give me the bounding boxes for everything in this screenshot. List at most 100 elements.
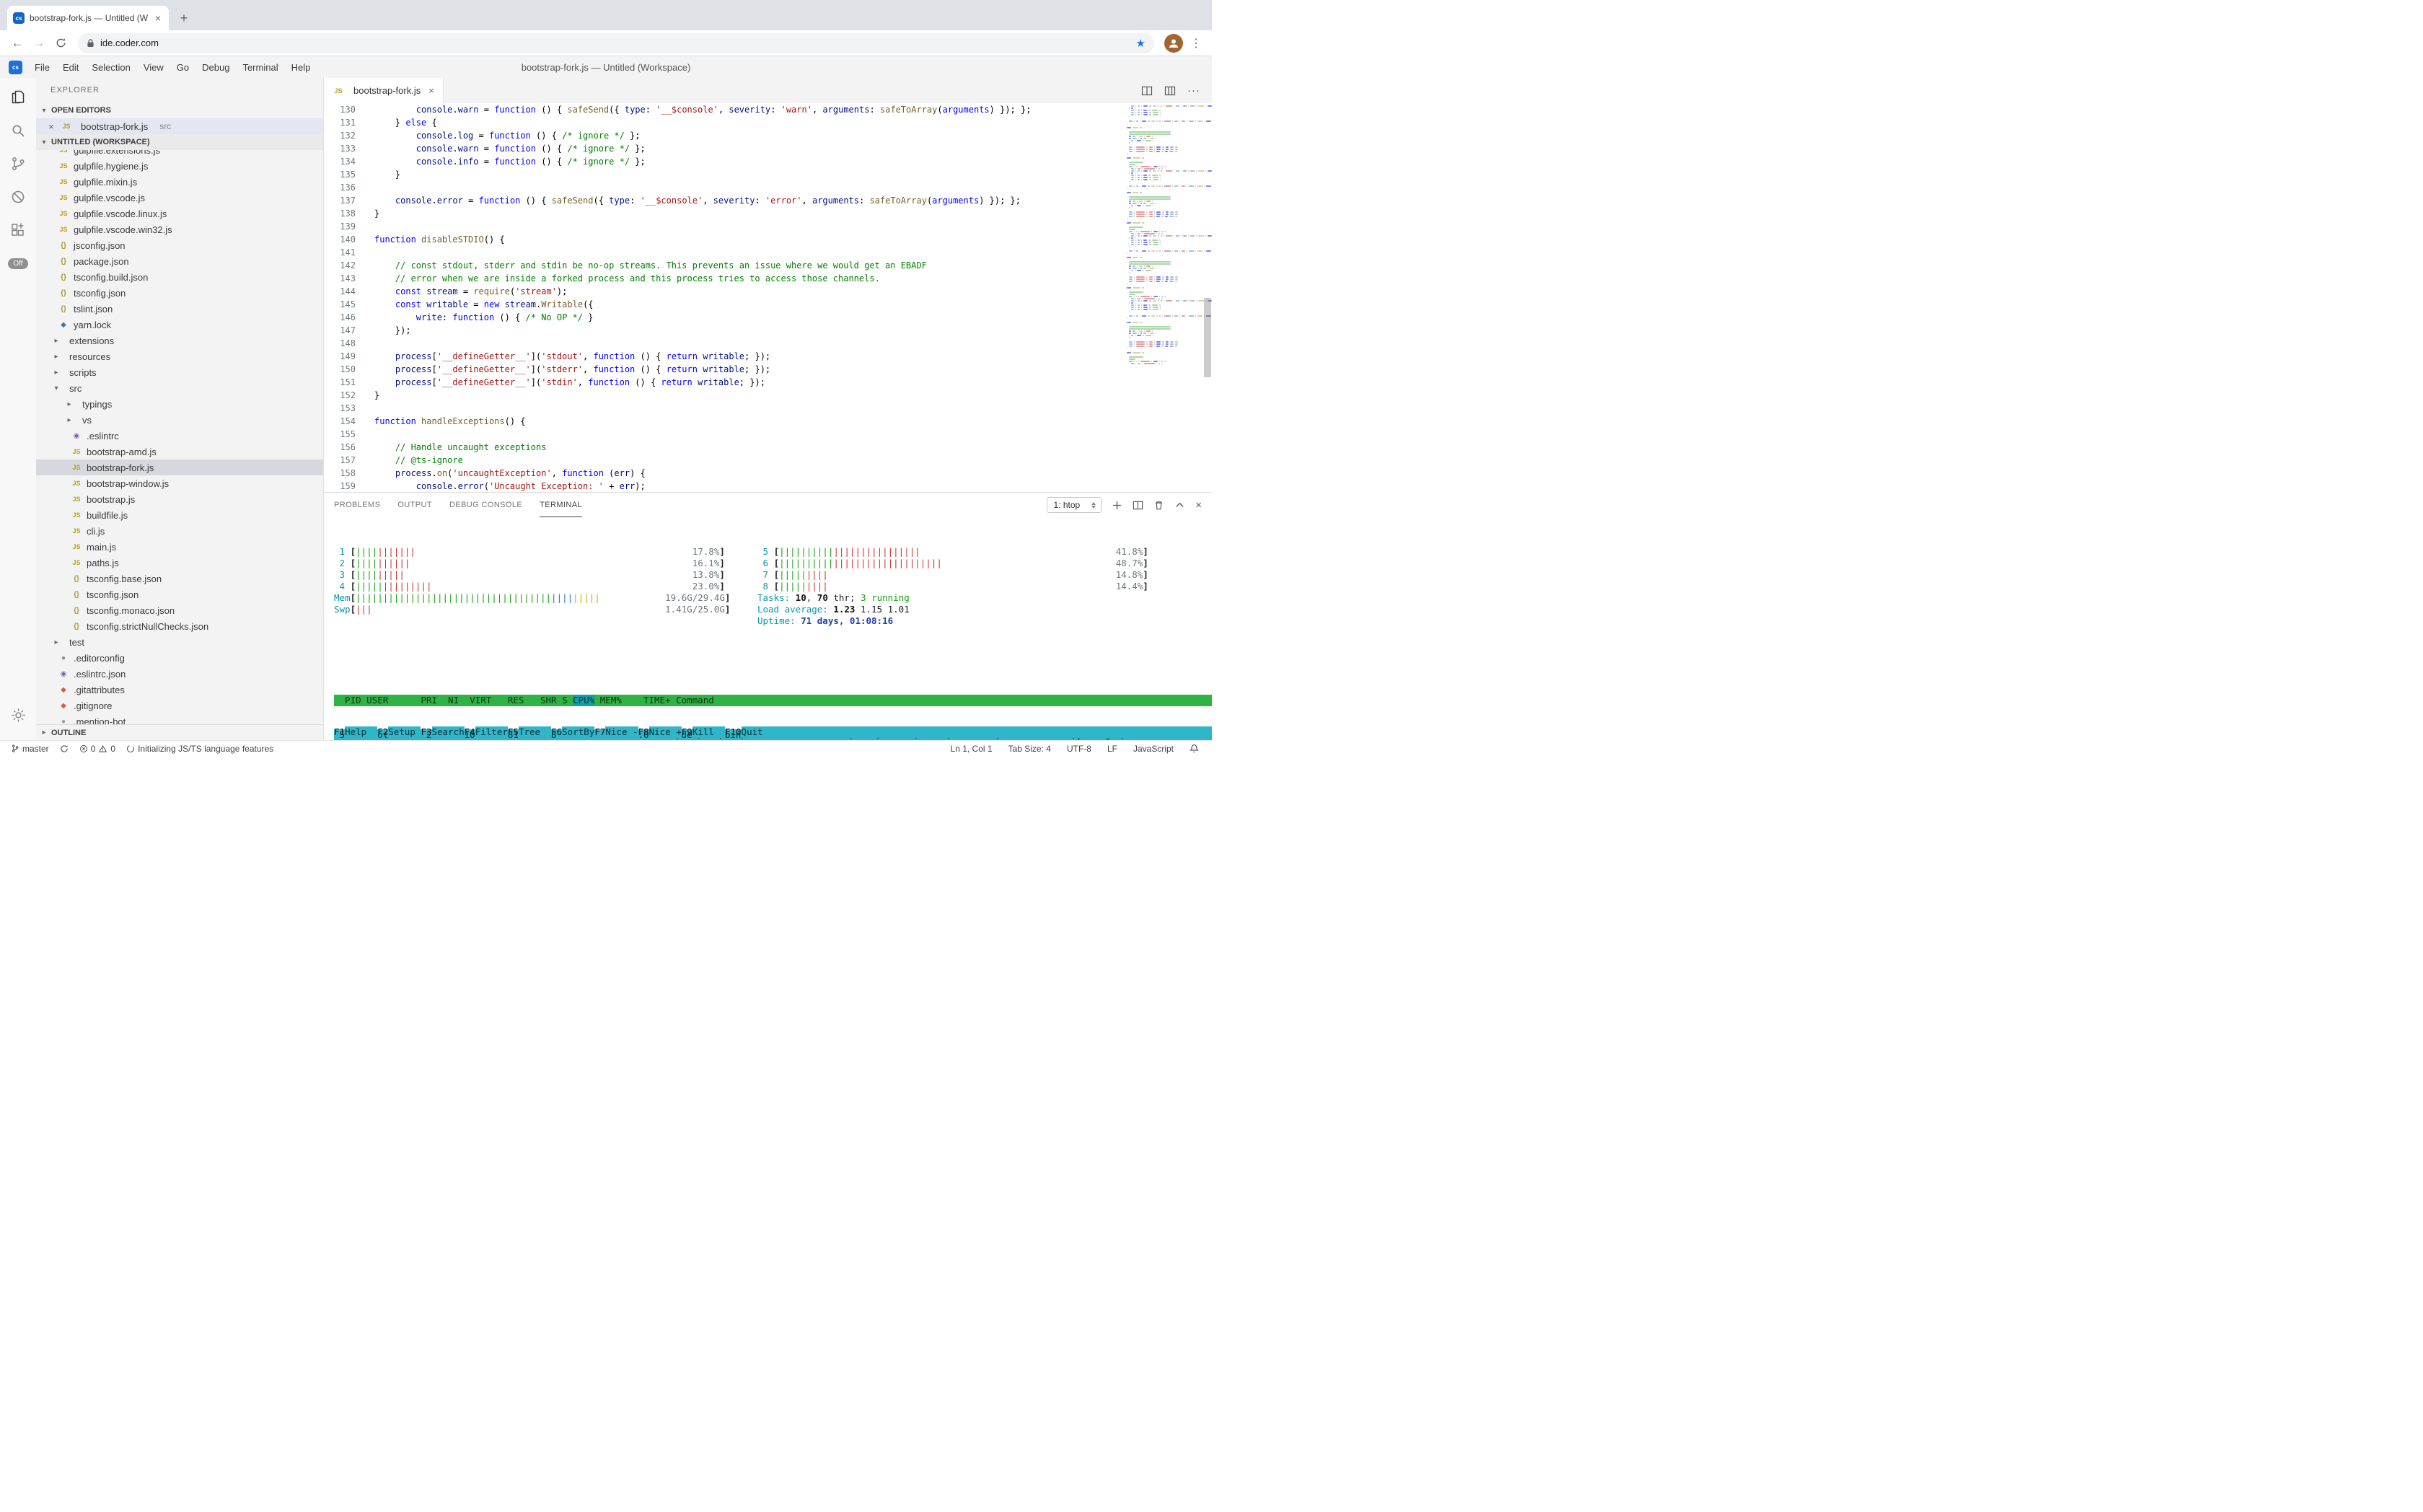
tree-item-jsconfig.json[interactable]: {}jsconfig.json xyxy=(36,237,323,253)
split-terminal-icon[interactable] xyxy=(1133,500,1143,511)
tree-item-gulpfile.mixin.js[interactable]: JSgulpfile.mixin.js xyxy=(36,174,323,190)
code-line[interactable]: 145 const writable = new stream.Writable… xyxy=(324,298,1117,311)
code-line[interactable]: 132 console.log = function () { /* ignor… xyxy=(324,129,1117,142)
tree-folder-test[interactable]: ▸test xyxy=(36,634,323,650)
process-table-header[interactable]: PID USER PRI NI VIRT RES SHR S CPU% MEM%… xyxy=(334,695,1212,706)
tree-item-gulpfile.hygiene.js[interactable]: JSgulpfile.hygiene.js xyxy=(36,158,323,174)
avatar[interactable] xyxy=(1164,34,1183,53)
close-icon[interactable]: × xyxy=(46,121,56,132)
tab-problems[interactable]: PROBLEMS xyxy=(334,493,380,517)
tree-item-tsconfig.json[interactable]: {}tsconfig.json xyxy=(36,285,323,301)
indent-setting[interactable]: Tab Size: 4 xyxy=(1003,744,1057,754)
problems-indicator[interactable]: 0 0 xyxy=(76,744,119,754)
menu-selection[interactable]: Selection xyxy=(85,62,136,73)
slashed-circle-icon[interactable] xyxy=(0,180,36,214)
off-badge[interactable]: Off xyxy=(8,258,27,269)
code-line[interactable]: 143 // error when we are inside a forked… xyxy=(324,272,1117,285)
encoding-setting[interactable]: UTF-8 xyxy=(1061,744,1097,754)
tree-item-gulpfile.vscode.linux.js[interactable]: JSgulpfile.vscode.linux.js xyxy=(36,206,323,221)
code-line[interactable]: 135 } xyxy=(324,168,1117,181)
code-line[interactable]: 137 console.error = function () { safeSe… xyxy=(324,194,1117,207)
tree-item-tsconfig.base.json[interactable]: {}tsconfig.base.json xyxy=(36,571,323,586)
code-line[interactable]: 151 process['__defineGetter__']('stdin',… xyxy=(324,376,1117,389)
forward-icon[interactable]: → xyxy=(29,33,49,53)
editor-tab[interactable]: JS bootstrap-fork.js × xyxy=(324,78,444,103)
more-actions-icon[interactable]: ··· xyxy=(1187,84,1200,97)
reload-icon[interactable] xyxy=(50,33,71,53)
code-line[interactable]: 148 xyxy=(324,337,1117,350)
code-line[interactable]: 152} xyxy=(324,389,1117,402)
tree-folder-src[interactable]: ▾src xyxy=(36,380,323,396)
code-line[interactable]: 141 xyxy=(324,246,1117,259)
sync-icon[interactable] xyxy=(56,744,72,753)
code-line[interactable]: 150 process['__defineGetter__']('stderr'… xyxy=(324,363,1117,376)
notifications-bell-icon[interactable] xyxy=(1184,744,1205,753)
code-line[interactable]: 138} xyxy=(324,207,1117,220)
tree-item-.eslintrc[interactable]: ◉.eslintrc xyxy=(36,428,323,444)
tree-item-bootstrap-window.js[interactable]: JSbootstrap-window.js xyxy=(36,475,323,491)
tree-item-package.json[interactable]: {}package.json xyxy=(36,253,323,269)
editor-tab-close-icon[interactable]: × xyxy=(428,85,434,96)
code-line[interactable]: 154function handleExceptions() { xyxy=(324,415,1117,428)
tab-terminal[interactable]: TERMINAL xyxy=(540,493,582,517)
code-line[interactable]: 142 // const stdout, stderr and stdin be… xyxy=(324,259,1117,272)
htop-function-key-bar[interactable]: F1Help F2Setup F3SearchF4FilterF5Tree F6… xyxy=(334,726,1212,738)
menu-edit[interactable]: Edit xyxy=(56,62,85,73)
explorer-icon[interactable] xyxy=(0,81,36,114)
tree-item-tsconfig.build.json[interactable]: {}tsconfig.build.json xyxy=(36,269,323,285)
language-mode[interactable]: JavaScript xyxy=(1127,744,1179,754)
outline-header[interactable]: ▸ OUTLINE xyxy=(36,724,323,740)
tree-item-.gitattributes[interactable]: ◆.gitattributes xyxy=(36,682,323,698)
tree-item-bootstrap-amd.js[interactable]: JSbootstrap-amd.js xyxy=(36,444,323,460)
editor-layout-icon[interactable] xyxy=(1164,85,1176,97)
tab-debug-console[interactable]: DEBUG CONSOLE xyxy=(449,493,522,517)
tree-item-bootstrap.js[interactable]: JSbootstrap.js xyxy=(36,491,323,507)
code-line[interactable]: 155 xyxy=(324,428,1117,441)
language-status[interactable]: Initializing JS/TS language features xyxy=(123,744,277,754)
address-bar[interactable]: ide.coder.com ★ xyxy=(78,33,1154,53)
code-line[interactable]: 134 console.info = function () { /* igno… xyxy=(324,155,1117,168)
search-icon[interactable] xyxy=(0,114,36,147)
tree-folder-vs[interactable]: ▸vs xyxy=(36,412,323,428)
menu-terminal[interactable]: Terminal xyxy=(236,62,284,73)
editor-scrollbar[interactable] xyxy=(1204,298,1211,377)
tree-item-tsconfig.json[interactable]: {}tsconfig.json xyxy=(36,586,323,602)
tree-folder-scripts[interactable]: ▸scripts xyxy=(36,364,323,380)
terminal-select[interactable]: 1: htop xyxy=(1047,497,1102,513)
code-line[interactable]: 136 xyxy=(324,181,1117,194)
code-line[interactable]: 158 process.on('uncaughtException', func… xyxy=(324,467,1117,480)
tree-item-bootstrap-fork.js[interactable]: JSbootstrap-fork.js xyxy=(36,460,323,475)
tree-item-yarn.lock[interactable]: ◆yarn.lock xyxy=(36,317,323,333)
tree-folder-extensions[interactable]: ▸extensions xyxy=(36,333,323,348)
terminal[interactable]: 1 [||||||||||| 17.8%] 5 [|||||||||||||||… xyxy=(324,517,1212,740)
tree-folder-resources[interactable]: ▸resources xyxy=(36,348,323,364)
workspace-header[interactable]: ▾ UNTITLED (WORKSPACE) xyxy=(36,134,323,150)
tree-item-gulpfile.extensions.js[interactable]: JSgulpfile.extensions.js xyxy=(36,150,323,158)
minimap[interactable] xyxy=(1125,105,1202,365)
code-line[interactable]: 156 // Handle uncaught exceptions xyxy=(324,441,1117,454)
tree-item-paths.js[interactable]: JSpaths.js xyxy=(36,555,323,571)
browser-menu-icon[interactable]: ⋮ xyxy=(1187,36,1205,50)
branch-indicator[interactable]: master xyxy=(7,744,53,754)
new-terminal-icon[interactable] xyxy=(1112,500,1122,511)
tree-item-cli.js[interactable]: JScli.js xyxy=(36,523,323,539)
code-line[interactable]: 133 console.warn = function () { /* igno… xyxy=(324,142,1117,155)
code-editor[interactable]: 130 console.warn = function () { safeSen… xyxy=(324,103,1212,492)
new-tab-button[interactable]: + xyxy=(175,9,193,27)
menu-view[interactable]: View xyxy=(137,62,170,73)
tree-item-.gitignore[interactable]: ◆.gitignore xyxy=(36,698,323,713)
menu-help[interactable]: Help xyxy=(285,62,317,73)
tree-item-tsconfig.monaco.json[interactable]: {}tsconfig.monaco.json xyxy=(36,602,323,618)
tree-item-gulpfile.vscode.js[interactable]: JSgulpfile.vscode.js xyxy=(36,190,323,206)
code-line[interactable]: 131 } else { xyxy=(324,116,1117,129)
eol-setting[interactable]: LF xyxy=(1101,744,1123,754)
code-line[interactable]: 139 xyxy=(324,220,1117,233)
code-line[interactable]: 157 // @ts-ignore xyxy=(324,454,1117,467)
bookmark-star-icon[interactable]: ★ xyxy=(1136,37,1145,50)
tree-item-main.js[interactable]: JSmain.js xyxy=(36,539,323,555)
tree-item-buildfile.js[interactable]: JSbuildfile.js xyxy=(36,507,323,523)
source-control-icon[interactable] xyxy=(0,147,36,180)
tree-item-tsconfig.strictNullChecks.json[interactable]: {}tsconfig.strictNullChecks.json xyxy=(36,618,323,634)
menu-go[interactable]: Go xyxy=(170,62,195,73)
tree-item-gulpfile.vscode.win32.js[interactable]: JSgulpfile.vscode.win32.js xyxy=(36,221,323,237)
